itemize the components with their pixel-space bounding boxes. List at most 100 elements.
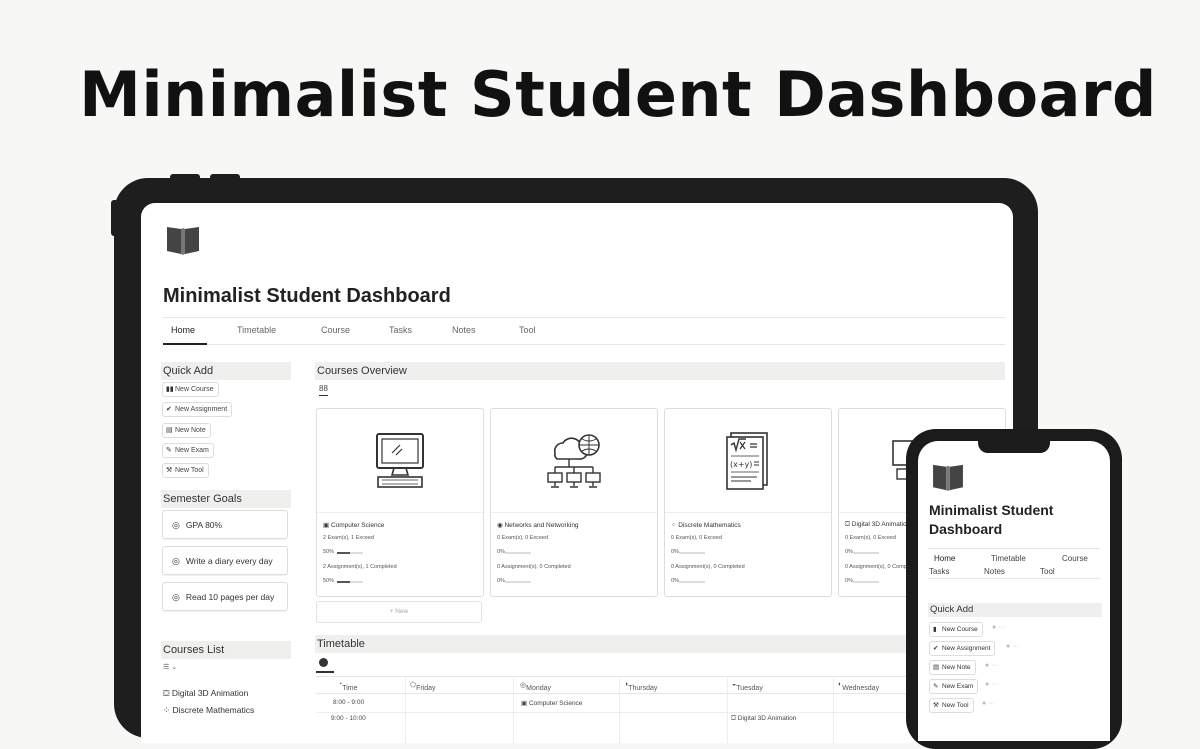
more-options-icon[interactable]: ● ··· xyxy=(985,681,998,688)
assignment-count: 0 Assignment(s), 0 Completed xyxy=(497,564,571,570)
tab-home[interactable]: Home xyxy=(171,325,195,335)
new-note-button[interactable]: ▤ New Note xyxy=(162,423,211,438)
target-icon: ◎ xyxy=(172,592,180,602)
column-label: Tuesday xyxy=(736,685,763,692)
more-options-icon[interactable]: ● ··· xyxy=(985,662,998,669)
tab-tool[interactable]: Tool xyxy=(519,325,536,335)
tab-timetable[interactable]: Timetable xyxy=(991,554,1026,563)
exam-progress-bar xyxy=(853,552,879,554)
column-header: ◒ Tuesday xyxy=(732,681,763,692)
assignment-progress-bar xyxy=(505,581,531,583)
column-header: ◎ Monday xyxy=(520,682,552,692)
goal-label: Write a diary every day xyxy=(185,556,273,566)
wrench-icon: ⚒ xyxy=(933,702,939,709)
course-name: ▣ Computer Science xyxy=(323,522,385,529)
tab-course[interactable]: Course xyxy=(1062,554,1088,563)
quick-add-heading: Quick Add xyxy=(928,603,1102,617)
book-icon: ▮ xyxy=(933,626,937,633)
gallery-view-tab[interactable]: 88 xyxy=(319,384,328,396)
column-divider xyxy=(727,676,728,743)
new-tool-button[interactable]: ⚒ New Tool xyxy=(162,463,209,478)
exam-progress-bar xyxy=(679,552,705,554)
list-item[interactable]: ⛋ Digital 3D Animation xyxy=(163,688,248,699)
column-header: ◐ Wednesday xyxy=(838,681,880,692)
course-card[interactable]: (x+y) ⁘ Discrete Mathematics 0 Exam(s), … xyxy=(664,408,832,597)
button-label: New Exam xyxy=(175,447,209,454)
tab-tasks[interactable]: Tasks xyxy=(929,567,949,576)
assignment-progress-fill xyxy=(337,581,350,583)
course-name: ◉ Networks and Networking xyxy=(497,522,579,529)
exam-progress-fill xyxy=(337,552,350,554)
exam-percent: 50% xyxy=(323,549,335,555)
column-label: Time xyxy=(342,685,358,692)
card-cover: (x+y) xyxy=(665,409,831,513)
column-label: Wednesday xyxy=(842,685,880,692)
button-label: New Assignment xyxy=(175,406,228,413)
cube-icon: ⛋ xyxy=(163,688,172,698)
new-assignment-button[interactable]: ✔ New Assignment xyxy=(162,402,233,417)
goal-item[interactable]: ◎ Write a diary every day xyxy=(162,546,288,575)
active-tab-underline xyxy=(163,343,207,345)
button-label: New Assignment xyxy=(942,645,991,652)
wrench-icon: ⚒ xyxy=(166,467,173,474)
new-exam-button[interactable]: ✎ New Exam xyxy=(162,443,214,458)
column-header: ⬠ Friday xyxy=(410,682,436,692)
course-card[interactable]: ◉ Networks and Networking 0 Exam(s), 0 E… xyxy=(490,408,658,597)
new-exam-button[interactable]: ✎ New Exam xyxy=(929,679,979,694)
more-options-icon[interactable]: ● ··· xyxy=(992,624,1005,631)
course-name-text: Digital 3D Animation xyxy=(851,521,911,528)
new-course-card-button[interactable]: + New xyxy=(316,601,482,623)
exam-count: 0 Exam(s), 0 Exceed xyxy=(497,535,549,541)
new-course-button[interactable]: ▮▮New Course xyxy=(162,382,219,397)
svg-text:(x+y): (x+y) xyxy=(730,460,752,469)
course-name-text: Computer Science xyxy=(330,522,385,529)
tab-tool[interactable]: Tool xyxy=(1040,567,1055,576)
exam-progress-bar xyxy=(337,552,363,554)
target-icon: ◎ xyxy=(172,520,180,530)
tab-tasks[interactable]: Tasks xyxy=(389,325,412,335)
book-icon xyxy=(167,227,199,255)
more-options-icon[interactable]: ● ··· xyxy=(1006,643,1019,650)
new-assignment-button[interactable]: ✔ New Assignment xyxy=(929,641,996,656)
goal-item[interactable]: ◎ GPA 80% xyxy=(162,510,288,539)
tab-course[interactable]: Course xyxy=(321,325,350,335)
clock-view-tab[interactable] xyxy=(319,658,328,667)
goal-item[interactable]: ◎ Read 10 pages per day xyxy=(162,582,288,611)
timetable-entry[interactable]: ⛋ Digital 3D Animation xyxy=(731,715,796,723)
column-divider xyxy=(833,676,834,743)
book-icon xyxy=(933,464,963,491)
network-icon xyxy=(547,434,601,488)
timetable-heading: Timetable xyxy=(315,635,1005,653)
check-circle-icon: ✔ xyxy=(166,406,172,413)
new-course-button[interactable]: ▮ New Course xyxy=(929,622,983,637)
tab-timetable[interactable]: Timetable xyxy=(237,325,276,335)
course-card[interactable]: ▣ Computer Science 2 Exam(s), 1 Exceed 5… xyxy=(316,408,484,597)
list-item[interactable]: ⁘ Discrete Mathematics xyxy=(163,705,254,716)
computer-icon xyxy=(376,433,424,488)
book-icon: ▮▮ xyxy=(166,386,174,393)
card-cover xyxy=(491,409,657,513)
more-options-icon[interactable]: ● ··· xyxy=(982,700,995,707)
tablet-screen: Minimalist Student Dashboard Home Timeta… xyxy=(141,203,1013,743)
tab-notes[interactable]: Notes xyxy=(452,325,476,335)
exam-percent: 0% xyxy=(845,549,853,555)
column-label: Thursday xyxy=(628,685,658,692)
time-cell: 8:00 - 9:00 xyxy=(333,699,365,706)
timetable-entry[interactable]: ▣ Computer Science xyxy=(521,699,582,707)
list-view-selector[interactable]: ☰ ⌄ xyxy=(163,663,177,671)
tab-home[interactable]: Home xyxy=(934,554,955,563)
column-divider xyxy=(405,676,406,743)
new-tool-button[interactable]: ⚒ New Tool xyxy=(929,698,974,713)
exam-percent: 0% xyxy=(671,549,679,555)
exam-icon: ✎ xyxy=(933,683,939,690)
button-label: New Exam xyxy=(942,683,974,690)
assignment-percent: 0% xyxy=(671,578,679,584)
tab-notes[interactable]: Notes xyxy=(984,567,1005,576)
note-icon: ▤ xyxy=(166,427,173,434)
assignment-count: 2 Assignment(s), 1 Completed xyxy=(323,564,397,570)
new-note-button[interactable]: ▤ New Note xyxy=(929,660,976,675)
card-cover xyxy=(317,409,483,513)
exam-count: 0 Exam(s), 0 Exceed xyxy=(671,535,723,541)
page-title: Minimalist Student Dashboard xyxy=(929,502,1054,537)
button-label: New Tool xyxy=(175,467,204,474)
